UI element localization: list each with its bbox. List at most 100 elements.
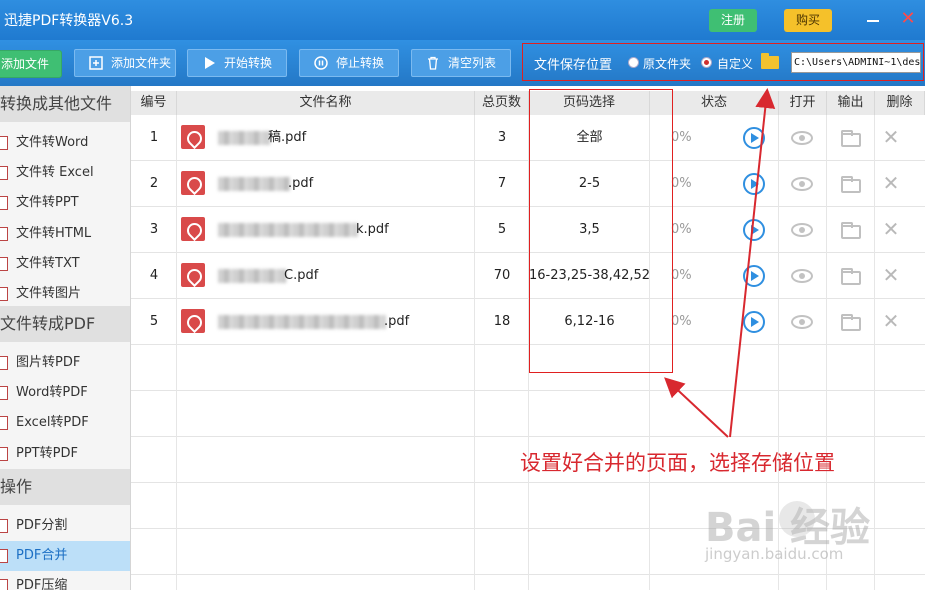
sidebar-item[interactable]: 文件转Word: [0, 128, 130, 158]
column-header: 文件名称: [177, 91, 475, 115]
sidebar-item[interactable]: 文件转TXT: [0, 249, 130, 279]
file-name: .pdf: [384, 314, 410, 329]
register-button[interactable]: 注册: [709, 9, 757, 32]
sidebar-section-title: 文件转成PDF: [0, 306, 130, 342]
pdf-file-icon: [181, 263, 205, 287]
eye-icon[interactable]: [791, 223, 813, 237]
sidebar-item-label: Word转PDF: [16, 385, 88, 401]
add-folder-label: 添加文件夹: [111, 56, 172, 70]
sidebar-item[interactable]: Word转PDF: [0, 378, 130, 408]
delete-icon[interactable]: ✕: [882, 265, 900, 285]
play-icon[interactable]: [743, 219, 765, 241]
pdf-file-icon: [181, 217, 205, 241]
redacted-filename: [218, 131, 270, 145]
sidebar-item[interactable]: 图片转PDF: [0, 348, 130, 378]
document-icon: [0, 166, 8, 181]
document-icon: [0, 287, 8, 301]
column-header: 编号: [131, 91, 177, 115]
folder-icon[interactable]: [841, 176, 861, 193]
stop-convert-button[interactable]: 停止转换: [299, 49, 399, 77]
add-folder-button[interactable]: 添加文件夹: [74, 49, 176, 77]
row-index: 3: [149, 222, 159, 237]
sidebar-item[interactable]: PDF合并: [0, 541, 130, 572]
play-icon[interactable]: [743, 127, 765, 149]
sidebar-item-label: PDF压缩: [16, 578, 68, 590]
buy-button[interactable]: 购买: [784, 9, 832, 32]
sidebar-item-label: 图片转PDF: [16, 355, 81, 370]
play-icon[interactable]: [743, 311, 765, 333]
start-convert-button[interactable]: 开始转换: [187, 49, 287, 77]
eye-icon[interactable]: [791, 131, 813, 145]
row-index: 1: [149, 130, 159, 145]
folder-icon[interactable]: [841, 130, 861, 147]
sidebar-section-title: 操作: [0, 469, 130, 505]
play-icon[interactable]: [743, 265, 765, 287]
progress-text: 0%: [671, 314, 692, 329]
column-header: 输出: [827, 91, 875, 115]
redacted-filename: [218, 315, 386, 329]
delete-icon[interactable]: ✕: [882, 127, 900, 147]
file-name: 稿.pdf: [268, 130, 307, 145]
total-pages: 3: [497, 130, 507, 145]
sidebar-item[interactable]: 文件转 Excel: [0, 158, 130, 188]
app-title: 迅捷PDF转换器V6.3: [4, 13, 134, 29]
document-icon: [0, 386, 8, 401]
sidebar-item[interactable]: 文件转图片: [0, 279, 130, 309]
radio-custom[interactable]: [701, 57, 712, 68]
close-icon[interactable]: ✕: [898, 9, 918, 29]
watermark-url: jingyan.baidu.com: [705, 545, 844, 563]
pdf-file-icon: [181, 125, 205, 149]
file-name: .pdf: [288, 176, 314, 191]
page-selection-highlight: [529, 89, 673, 373]
document-icon: [0, 196, 8, 211]
clear-list-button[interactable]: 清空列表: [411, 49, 511, 77]
sidebar-item-label: 文件转HTML: [16, 225, 92, 241]
radio-original-folder[interactable]: [628, 57, 639, 68]
sidebar: 转换成其他文件文件转Word 文件转 Excel 文件转PPT 文件转HTML 文件转T…: [0, 86, 131, 590]
column-header: 打开: [779, 91, 827, 115]
sidebar-item[interactable]: Excel转PDF: [0, 408, 130, 438]
play-icon[interactable]: [743, 173, 765, 195]
eye-icon[interactable]: [791, 177, 813, 191]
minimize-icon[interactable]: [863, 10, 883, 30]
document-icon: [0, 549, 8, 564]
sidebar-item[interactable]: 文件转HTML: [0, 219, 130, 249]
baidu-watermark: Bai 经验 jingyan.baidu.com: [705, 495, 905, 575]
trash-icon: [428, 56, 438, 70]
pdf-file-icon: [181, 171, 205, 195]
sidebar-item[interactable]: PPT转PDF: [0, 439, 130, 469]
title-bar: 迅捷PDF转换器V6.3 注册 购买 ✕: [0, 0, 925, 40]
total-pages: 7: [497, 176, 507, 191]
radio-custom-label[interactable]: 自定义: [717, 55, 753, 72]
sidebar-item[interactable]: PDF压缩: [0, 571, 130, 590]
progress-text: 0%: [671, 176, 692, 191]
folder-icon[interactable]: [841, 222, 861, 239]
browse-folder-icon[interactable]: [761, 53, 779, 69]
progress-text: 0%: [671, 268, 692, 283]
redacted-filename: [218, 177, 290, 191]
save-path-field[interactable]: C:\Users\ADMINI~1\des: [791, 52, 921, 73]
sidebar-section-title: 转换成其他文件: [0, 86, 130, 122]
radio-original-label[interactable]: 原文件夹: [643, 55, 691, 72]
delete-icon[interactable]: ✕: [882, 173, 900, 193]
delete-icon[interactable]: ✕: [882, 219, 900, 239]
total-pages: 5: [497, 222, 507, 237]
toolbar: 添加文件 添加文件夹 开始转换 停止转换 清空列表 文件保存位置 原文件夹 自定…: [0, 40, 925, 86]
delete-icon[interactable]: ✕: [882, 311, 900, 331]
redacted-filename: [218, 223, 358, 237]
annotation-text: 设置好合并的页面，选择存储位置: [520, 451, 835, 475]
eye-icon[interactable]: [791, 315, 813, 329]
column-header: 总页数: [475, 91, 529, 115]
folder-icon[interactable]: [841, 268, 861, 285]
add-file-button[interactable]: 添加文件: [0, 50, 62, 78]
paw-icon: [779, 501, 815, 537]
progress-text: 0%: [671, 130, 692, 145]
folder-icon[interactable]: [841, 314, 861, 331]
sidebar-item-label: PPT转PDF: [16, 445, 78, 461]
sidebar-item[interactable]: PDF分割: [0, 511, 130, 541]
eye-icon[interactable]: [791, 269, 813, 283]
document-icon: [0, 446, 8, 461]
sidebar-item-label: 文件转TXT: [16, 255, 80, 271]
add-file-label: 添加文件: [1, 57, 50, 71]
sidebar-item[interactable]: 文件转PPT: [0, 188, 130, 218]
